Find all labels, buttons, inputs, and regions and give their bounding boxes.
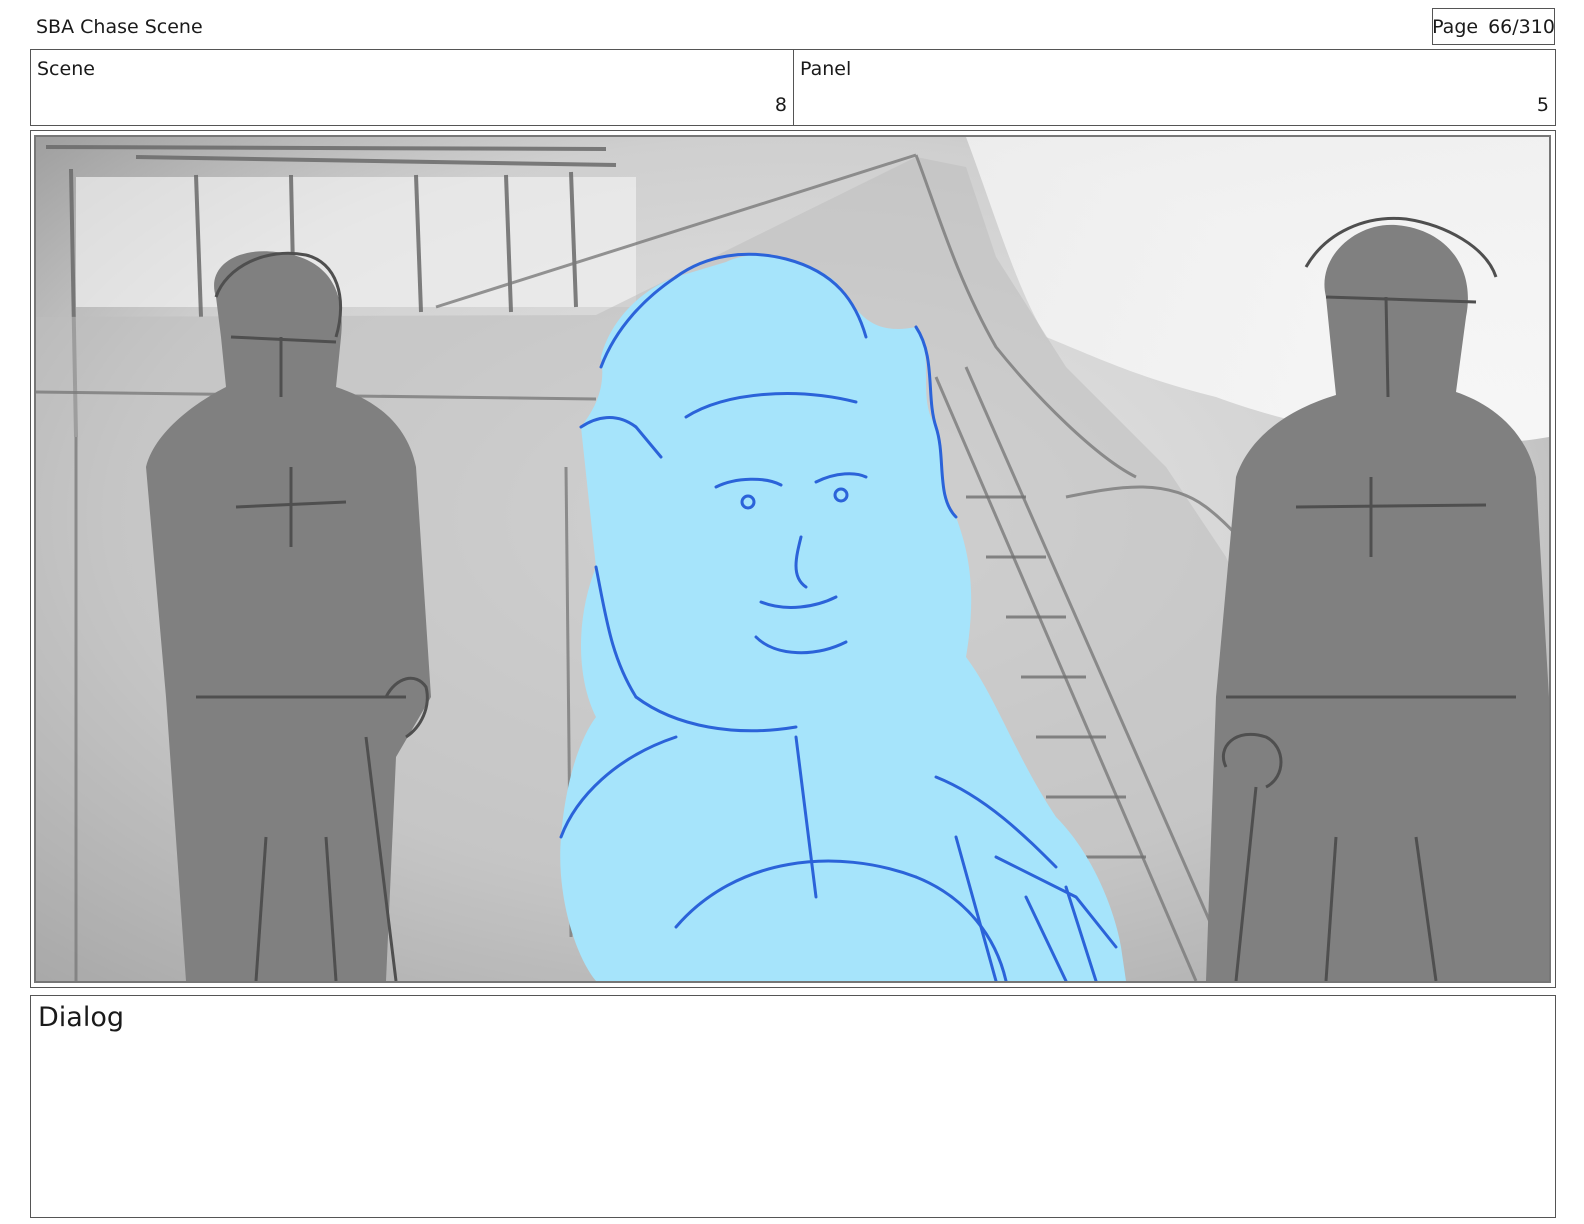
storyboard-sketch xyxy=(36,137,1549,981)
panel-cell: Panel 5 xyxy=(794,50,1555,125)
dialog-label: Dialog xyxy=(38,1002,124,1033)
sky-left xyxy=(76,177,636,307)
panel-label: Panel xyxy=(800,58,852,80)
dialog-box: Dialog xyxy=(30,995,1556,1218)
page-indicator: Page 66/310 xyxy=(1432,8,1555,45)
storyboard-panel-image xyxy=(34,135,1551,983)
page-number: 66/310 xyxy=(1488,15,1555,38)
scene-label: Scene xyxy=(37,58,95,80)
page-label: Page xyxy=(1432,15,1479,38)
scene-panel-info: Scene 8 Panel 5 xyxy=(30,49,1556,126)
scene-value: 8 xyxy=(774,94,787,116)
scene-cell: Scene 8 xyxy=(31,50,794,125)
panel-value: 5 xyxy=(1536,94,1549,116)
project-title: SBA Chase Scene xyxy=(36,16,203,38)
